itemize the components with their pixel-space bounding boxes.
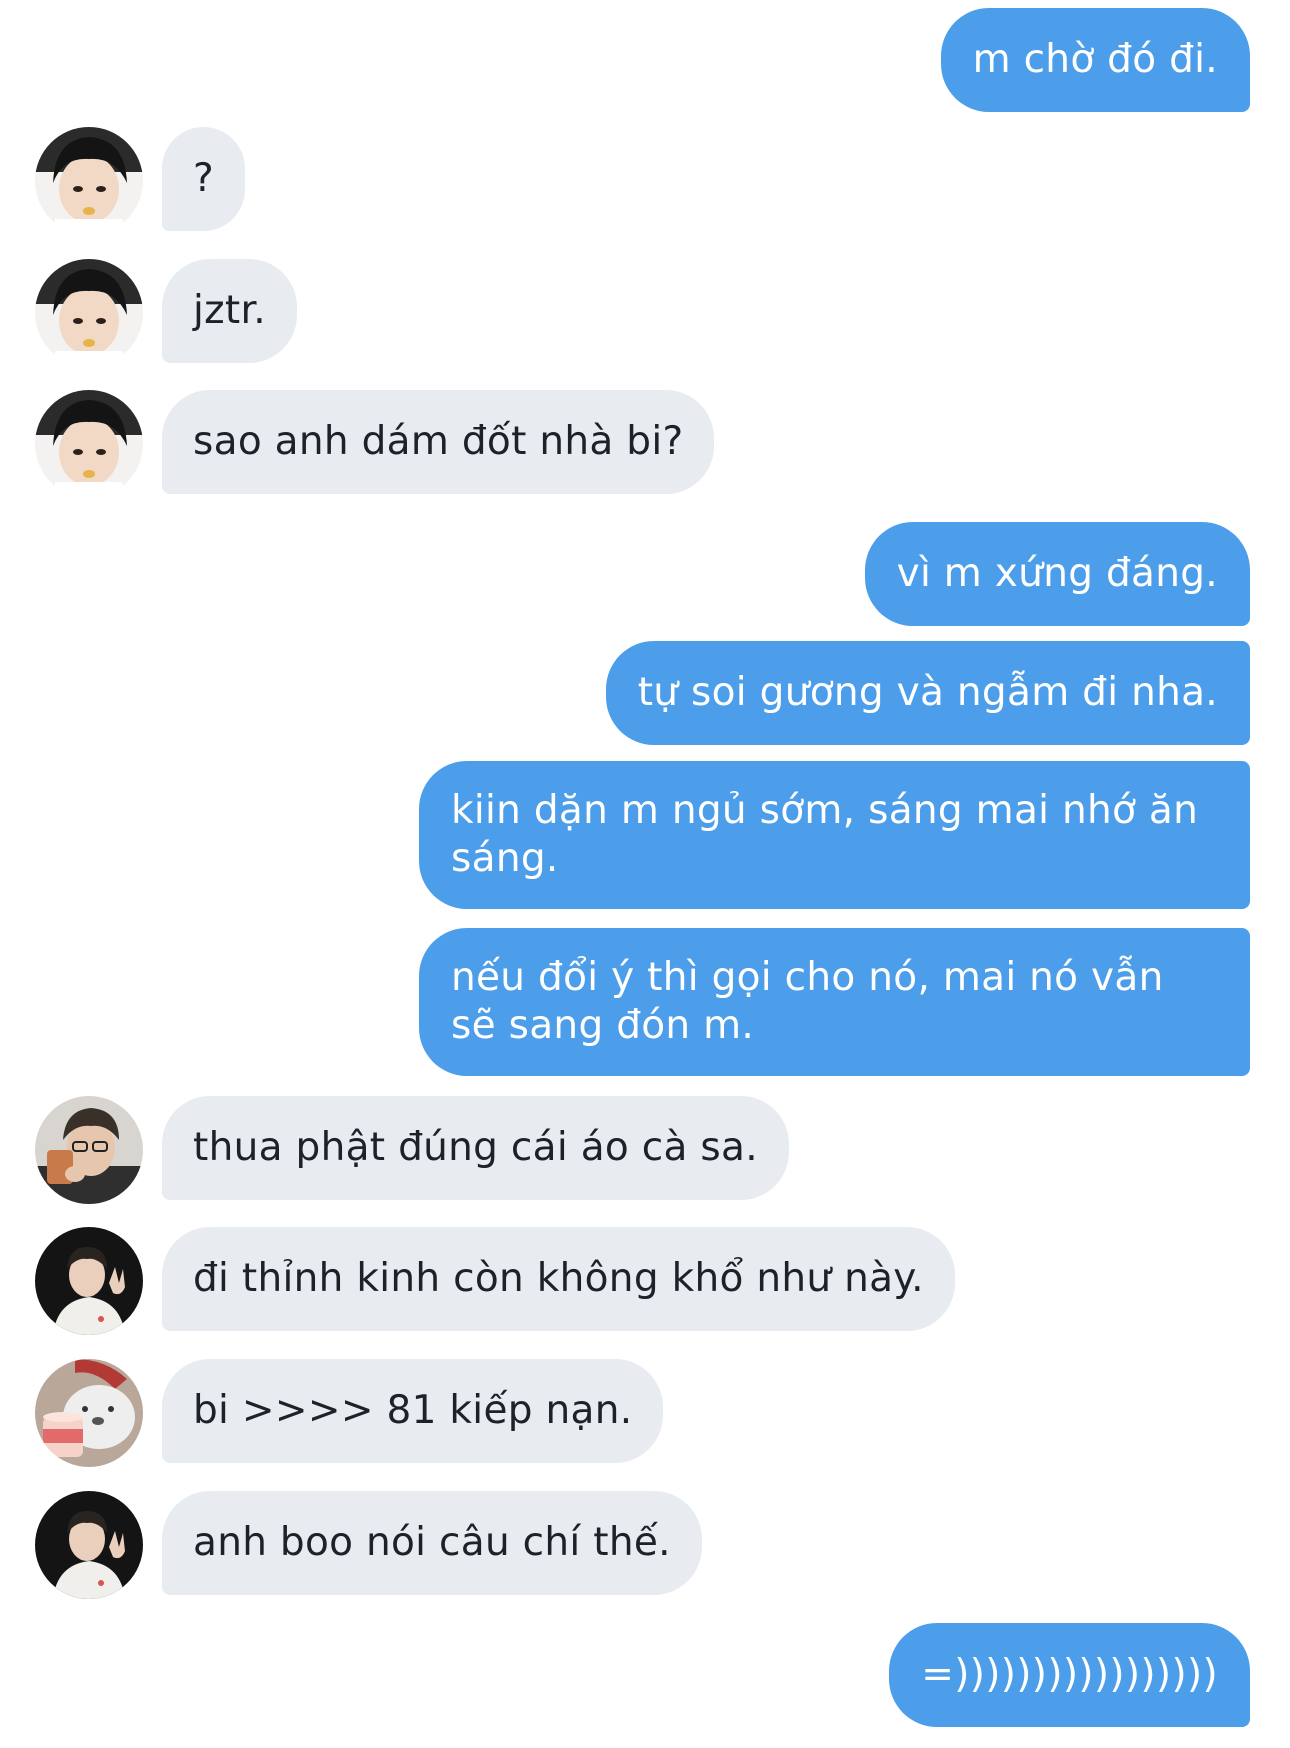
avatar-boy-black-hair-icon[interactable] [35, 127, 143, 235]
incoming-message-bubble[interactable]: thua phật đúng cái áo cà sa. [162, 1096, 789, 1200]
outgoing-message-bubble[interactable]: tự soi gương và ngẫm đi nha. [605, 641, 1250, 745]
outgoing-message-bubble[interactable]: vì m xứng đáng. [864, 522, 1250, 626]
avatar-boy-black-hair-icon[interactable] [35, 390, 143, 498]
outgoing-message-bubble[interactable]: kiin dặn m ngủ sớm, sáng mai nhớ ăn sáng… [419, 761, 1250, 909]
outgoing-message-bubble[interactable]: m chờ đó đi. [940, 8, 1250, 112]
incoming-message-bubble[interactable]: đi thỉnh kinh còn không khổ như này. [162, 1227, 955, 1331]
incoming-message-bubble[interactable]: jztr. [162, 259, 297, 363]
avatar-boy-glasses-icon[interactable] [35, 1096, 143, 1204]
avatar-boy-white-shirt-icon[interactable] [35, 1491, 143, 1599]
incoming-message-bubble[interactable]: bi >>>> 81 kiếp nạn. [162, 1359, 664, 1463]
avatar-bear-icecream-icon[interactable] [35, 1359, 143, 1467]
incoming-message-bubble[interactable]: anh boo nói câu chí thế. [162, 1491, 702, 1595]
avatar-boy-white-shirt-icon[interactable] [35, 1227, 143, 1335]
avatar-boy-black-hair-icon[interactable] [35, 259, 143, 367]
outgoing-message-bubble[interactable]: =))))))))))))))))) [889, 1623, 1250, 1727]
incoming-message-bubble[interactable]: ? [162, 127, 245, 231]
outgoing-message-bubble[interactable]: nếu đổi ý thì gọi cho nó, mai nó vẫn sẽ … [419, 928, 1250, 1076]
incoming-message-bubble[interactable]: sao anh dám đốt nhà bi? [162, 390, 715, 494]
conversation-thread: m chờ đó đi. ? jztr. sao anh dám đốt nhà… [0, 0, 1290, 1748]
